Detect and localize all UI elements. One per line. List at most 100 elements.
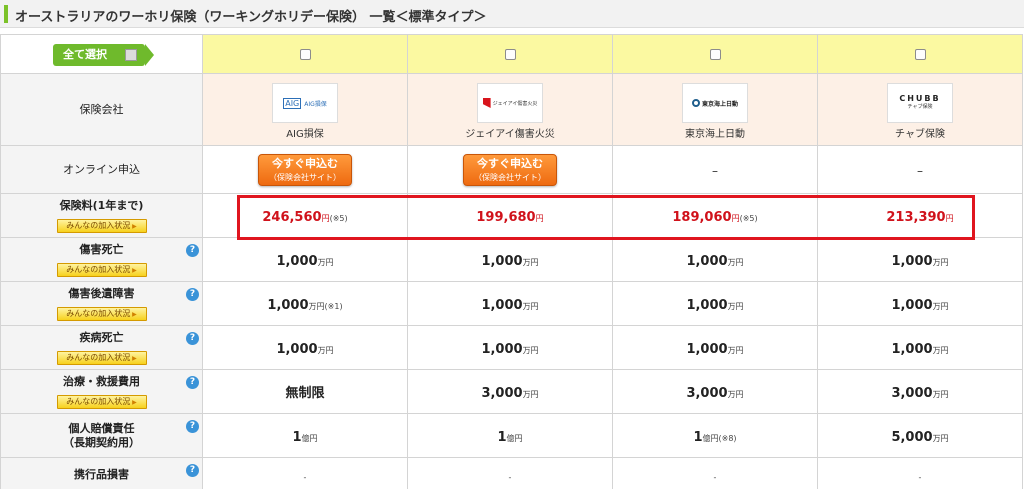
company-checkbox-aig[interactable] [299, 48, 311, 60]
help-icon[interactable]: ? [186, 244, 199, 257]
coverage-unit: 万円 [932, 302, 949, 311]
tokio-logo-text: 東京海上日動 [701, 100, 738, 108]
help-icon[interactable]: ? [186, 332, 199, 345]
coverage-note: (※1) [324, 302, 343, 311]
coverage-unit: 万円 [932, 434, 949, 443]
online-unavailable: – [712, 164, 718, 178]
enrollment-status-badge[interactable]: みんなの加入状況 [56, 394, 147, 409]
coverage-value: 1 [693, 430, 703, 445]
apply-now-button[interactable]: 今すぐ申込む （保険会社サイト） [258, 153, 352, 186]
coverage-unit: 万円 [522, 390, 539, 399]
company-cell: AIG AIG損保 AIG損保 [202, 73, 408, 146]
coverage-value: 1,000 [276, 342, 318, 357]
apply-button-label: 今すぐ申込む [477, 156, 543, 170]
coverage-cell: 1,000万円 [202, 325, 408, 370]
coverage-value: 1,000 [891, 254, 933, 269]
coverage-cell: 1,000万円 [817, 281, 1023, 326]
coverage-cell: 1,000万円 [407, 281, 613, 326]
coverage-cell: - [817, 457, 1023, 489]
page-title: オーストラリアのワーホリ保険（ワーキングホリデー保険） 一覧＜標準タイプ＞ [15, 10, 487, 25]
help-icon[interactable]: ? [186, 464, 199, 477]
apply-button-label: 今すぐ申込む [272, 156, 338, 170]
help-icon[interactable]: ? [186, 376, 199, 389]
apply-now-button[interactable]: 今すぐ申込む （保険会社サイト） [463, 153, 557, 186]
enrollment-status-badge[interactable]: みんなの加入状況 [56, 218, 147, 233]
select-all-label: 全て選択 [63, 48, 107, 61]
liability-sublabel: （長期契約用） [63, 435, 140, 449]
company-row: 保険会社 AIG AIG損保 AIG損保 ジェイアイ傷害火災 ジェイアイ傷害火災 [0, 73, 1023, 146]
coverage-cell: 1,000万円 [407, 325, 613, 370]
coverage-cell: 3,000万円 [612, 369, 818, 414]
coverage-value: 1,000 [891, 298, 933, 313]
company-checkbox-tokio[interactable] [709, 48, 721, 60]
premium-row-label: 保険料(1年まで) [59, 198, 144, 212]
coverage-unit: 万円 [727, 346, 744, 355]
coverage-value: - [713, 473, 717, 482]
coverage-value: 無制限 [285, 386, 325, 401]
company-logo-aig[interactable]: AIG AIG損保 [272, 83, 338, 123]
injury-death-label: 傷害死亡 [79, 242, 124, 256]
company-checkbox-ji[interactable] [504, 48, 516, 60]
coverage-unit: 万円 [308, 302, 325, 311]
liability-row: 個人賠償責任 （長期契約用） ? 1億円 1億円 1億円(※8) 5,000万円 [0, 413, 1023, 458]
company-name[interactable]: AIG損保 [203, 125, 407, 140]
coverage-unit: 万円 [932, 258, 949, 267]
coverage-cell: 1億円 [407, 413, 613, 458]
coverage-value: 1,000 [276, 254, 318, 269]
company-logo-ji[interactable]: ジェイアイ傷害火災 [477, 83, 543, 123]
illness-death-row: 疾病死亡 みんなの加入状況 ? 1,000万円 1,000万円 1,000万円 … [0, 325, 1023, 370]
coverage-value: 3,000 [481, 386, 523, 401]
coverage-cell: 3,000万円 [817, 369, 1023, 414]
aig-logo-text: AIG損保 [304, 100, 327, 108]
coverage-cell: 1,000万円 [202, 237, 408, 282]
coverage-cell: 1,000万円 [612, 325, 818, 370]
company-name[interactable]: チャブ保険 [818, 125, 1022, 140]
company-name[interactable]: ジェイアイ傷害火災 [408, 125, 612, 140]
help-icon[interactable]: ? [186, 288, 199, 301]
help-icon[interactable]: ? [186, 420, 199, 433]
select-cell [817, 34, 1023, 74]
select-all-checkbox[interactable] [125, 49, 137, 61]
company-logo-tokio[interactable]: 東京海上日動 [682, 83, 748, 123]
enrollment-status-badge[interactable]: みんなの加入状況 [56, 306, 147, 321]
illness-death-label-cell: 疾病死亡 みんなの加入状況 ? [0, 325, 203, 370]
ji-logo-mark-icon [482, 98, 491, 108]
coverage-value: 1,000 [686, 254, 728, 269]
company-name[interactable]: 東京海上日動 [613, 125, 817, 140]
injury-disability-label-cell: 傷害後遺障害 みんなの加入状況 ? [0, 281, 203, 326]
company-logo-chubb[interactable]: CHUBB チャブ保険 [887, 83, 953, 123]
title-accent-bar [4, 5, 8, 23]
belongings-label-cell: 携行品損害 ? [0, 457, 203, 489]
coverage-cell: 1億円(※8) [612, 413, 818, 458]
premium-row-label-cell: 保険料(1年まで) みんなの加入状況 [0, 193, 203, 238]
coverage-unit: 万円 [932, 390, 949, 399]
aig-logo-mark: AIG [283, 97, 302, 109]
enrollment-status-badge[interactable]: みんなの加入状況 [56, 262, 147, 277]
treatment-label-cell: 治療・救援費用 みんなの加入状況 ? [0, 369, 203, 414]
injury-death-row: 傷害死亡 みんなの加入状況 ? 1,000万円 1,000万円 1,000万円 … [0, 237, 1023, 282]
coverage-value: 1,000 [481, 298, 523, 313]
chubb-logo-text: チャブ保険 [907, 104, 933, 110]
online-cell: 今すぐ申込む （保険会社サイト） [407, 145, 613, 194]
treatment-label: 治療・救援費用 [63, 374, 140, 388]
coverage-cell: 1,000万円(※1) [202, 281, 408, 326]
company-row-label-cell: 保険会社 [0, 73, 203, 146]
coverage-cell: - [612, 457, 818, 489]
online-cell: 今すぐ申込む （保険会社サイト） [202, 145, 408, 194]
select-cell [407, 34, 613, 74]
coverage-unit: 億円 [702, 434, 719, 443]
liability-label: 個人賠償責任 [68, 421, 135, 435]
enrollment-status-badge[interactable]: みんなの加入状況 [56, 350, 147, 365]
coverage-value: 1,000 [891, 342, 933, 357]
company-checkbox-chubb[interactable] [914, 48, 926, 60]
coverage-unit: 万円 [317, 346, 334, 355]
injury-disability-row: 傷害後遺障害 みんなの加入状況 ? 1,000万円(※1) 1,000万円 1,… [0, 281, 1023, 326]
liability-label-cell: 個人賠償責任 （長期契約用） ? [0, 413, 203, 458]
company-cell: CHUBB チャブ保険 チャブ保険 [817, 73, 1023, 146]
select-all-button[interactable]: 全て選択 [53, 44, 154, 66]
coverage-unit: 万円 [522, 346, 539, 355]
coverage-cell: 無制限 [202, 369, 408, 414]
coverage-cell: - [202, 457, 408, 489]
belongings-row: 携行品損害 ? - - - - [0, 457, 1023, 489]
coverage-value: 1,000 [481, 254, 523, 269]
